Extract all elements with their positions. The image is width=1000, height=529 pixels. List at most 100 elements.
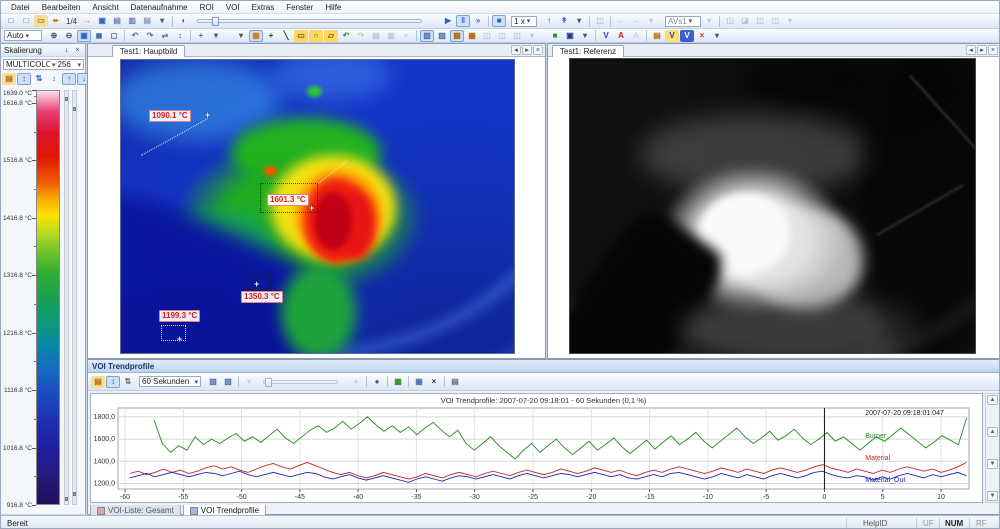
roi-dropdown[interactable]: ▾ [234,30,248,42]
roi-ellipse-icon[interactable]: ○ [309,30,323,42]
thermal-image[interactable]: 1090.1 °C 1601.3 °C 1350.3 °C 1199.3 °C [120,59,515,354]
menu-item-extras[interactable]: Extras [246,3,281,12]
save-button[interactable]: ▣ [95,15,109,27]
trend-sphere-icon[interactable]: ● [370,376,384,388]
interval-combo[interactable]: 60 Sekunden▾ [139,376,201,387]
scale-range-slider-lower[interactable] [72,90,77,505]
trend-table-icon[interactable]: ▦ [412,376,426,388]
avs-tool3-icon[interactable]: ◫ [753,15,767,27]
voi-alarm-icon[interactable]: A [614,30,628,42]
views-dropdown[interactable]: ▾ [644,15,658,27]
open-image[interactable]: □ [19,15,33,27]
scroll-left-icon[interactable]: ◂ [966,45,976,55]
scale-up-icon[interactable]: ↑ [62,73,76,85]
scroll-left-icon[interactable]: ◂ [511,45,521,55]
roi-delete-icon[interactable]: × [399,30,413,42]
tab-hauptbild[interactable]: Test1: Hauptbild [112,45,185,57]
voi-image-icon[interactable]: ▣ [563,30,577,42]
temp-annotation[interactable]: 1199.3 °C [159,310,200,322]
flip-vertical-icon[interactable]: ↕ [173,30,187,42]
menu-item-datei[interactable]: Datei [5,3,36,12]
trend-copy-icon[interactable]: ▧ [221,376,235,388]
measure-marker[interactable] [254,281,259,287]
avs-combo[interactable]: AVs1▾ [665,16,701,27]
arrows-dropdown[interactable]: ▾ [572,15,586,27]
file-more-dropdown[interactable]: ▾ [155,15,169,27]
scale-range-slider-upper[interactable] [64,90,69,505]
roi-scale-icon[interactable]: ▩ [450,30,464,42]
pan-dropdown[interactable]: ▾ [209,30,223,42]
scroll-up-icon[interactable]: ▲ [987,395,998,405]
temp-annotation[interactable]: 1090.1 °C [149,110,191,122]
step-up-icon[interactable]: ↑ [542,15,556,27]
chart-scrollbar[interactable]: ▲ ▲ ▼ ▼ [985,393,1000,503]
voi-show-icon[interactable]: ■ [548,30,562,42]
roi-extra3-icon[interactable]: ◫ [510,30,524,42]
voi-show-dropdown[interactable]: ▾ [578,30,592,42]
prev-view-icon[interactable]: ← [614,15,628,27]
copy-button[interactable]: ▤ [110,15,124,27]
image-window-icon[interactable]: ◻ [107,30,121,42]
speed-combo[interactable]: 1 x▾ [511,16,537,27]
avs-tool1-icon[interactable]: ◫ [723,15,737,27]
auto-scale-combo[interactable]: Auto▾ [4,30,42,41]
trend-excel-icon[interactable]: ▦ [391,376,405,388]
image-original-icon[interactable]: ◼ [92,30,106,42]
trend-export-icon[interactable]: ▧ [206,376,220,388]
roi-point-icon[interactable]: + [264,30,278,42]
trend-zoom-slider[interactable] [263,380,338,384]
roi-more-dropdown[interactable]: ▾ [525,30,539,42]
roi-extra1-icon[interactable]: ◫ [480,30,494,42]
menu-item-roi[interactable]: ROI [194,3,220,12]
range-handle[interactable] [65,497,68,501]
avs-tool2-icon[interactable]: ◪ [738,15,752,27]
trend-pin-icon[interactable]: ▾ [242,376,256,388]
measure-marker[interactable] [177,336,182,342]
zoom-fit-icon[interactable]: ▣ [77,30,91,42]
trend-marker-icon[interactable]: ● [349,376,363,388]
voi-alarm-off-icon[interactable]: A [629,30,643,42]
menu-item-hilfe[interactable]: Hilfe [319,3,347,12]
open-folder-icon[interactable]: ▭ [34,15,48,27]
export-image-button[interactable]: ▥ [125,15,139,27]
pan-icon[interactable]: + [194,30,208,42]
roi-new-icon[interactable]: ▦ [249,30,263,42]
scale-manual-icon[interactable]: ↕ [47,73,61,85]
palette-settings-icon[interactable]: ▤ [2,73,16,85]
roi-extra2-icon[interactable]: ◫ [495,30,509,42]
close-icon[interactable]: × [988,45,998,55]
goto-start-icon[interactable]: ↞ [49,15,63,27]
trend-print-icon[interactable]: ▤ [448,376,462,388]
trend-scale-icon[interactable]: ⇅ [121,376,135,388]
link-view-icon[interactable]: ◫ [593,15,607,27]
scroll-up2-icon[interactable]: ▲ [987,427,998,437]
trend-chart[interactable]: -60-55-50-45-40-35-30-25-20-15-10-505101… [91,394,982,502]
reference-image[interactable] [569,58,976,354]
menu-item-bearbeiten[interactable]: Bearbeiten [36,3,87,12]
roi-line-icon[interactable]: ╲ [279,30,293,42]
print-button[interactable]: ▤ [140,15,154,27]
flip-horizontal-icon[interactable]: ⇌ [158,30,172,42]
voi-delete-icon[interactable]: × [695,30,709,42]
media-position-thumb[interactable] [212,17,219,26]
tab-referenz[interactable]: Test1: Referenz [552,45,624,57]
roi-edit-icon[interactable]: ▧ [420,30,434,42]
menu-item-ansicht[interactable]: Ansicht [86,3,124,12]
pause-button[interactable]: ‖ [456,15,470,27]
avs-more-dropdown[interactable]: ▾ [783,15,797,27]
stop-button[interactable]: ■ [492,15,506,27]
zoom-in-icon[interactable]: ⊕ [47,30,61,42]
avs-tool4-icon[interactable]: ◫ [768,15,782,27]
voi-add-icon[interactable]: V [599,30,613,42]
roi-copy-icon[interactable]: ▤ [369,30,383,42]
play-button[interactable]: ▶ [441,15,455,27]
color-scale-gradient[interactable] [36,90,60,505]
measure-marker[interactable] [205,112,210,118]
scale-fit-icon[interactable]: ↕ [17,73,31,85]
rotate-right-icon[interactable]: ↷ [143,30,157,42]
scale-auto-icon[interactable]: ⇅ [32,73,46,85]
roi-lock-icon[interactable]: ▦ [465,30,479,42]
voi-more-dropdown[interactable]: ▾ [710,30,724,42]
roi-polygon-icon[interactable]: ▱ [324,30,338,42]
range-handle[interactable] [65,97,68,101]
